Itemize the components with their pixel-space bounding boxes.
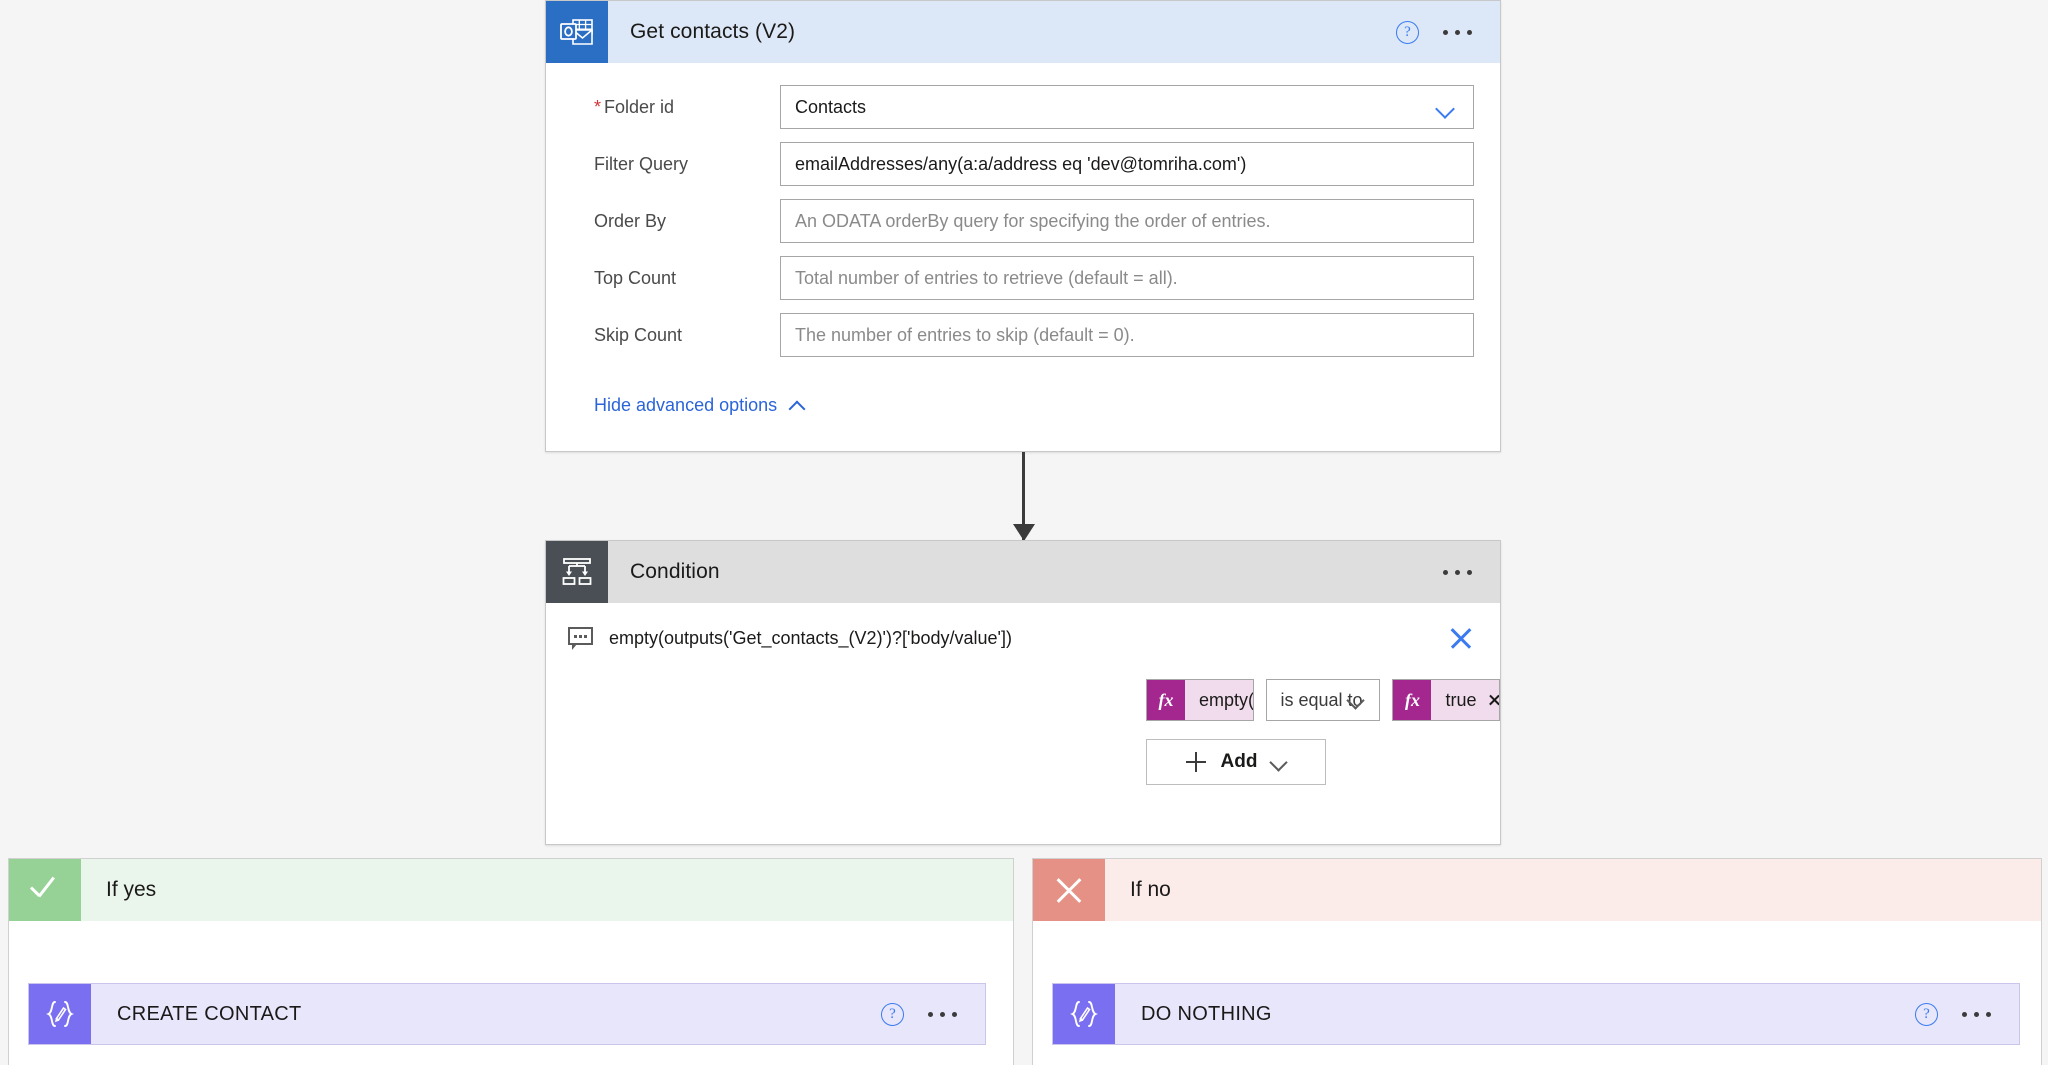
order-by-input[interactable]: An ODATA orderBy query for specifying th… — [780, 199, 1474, 243]
left-token-chip: empty(...) — [1185, 680, 1254, 720]
close-icon[interactable] — [1448, 625, 1474, 651]
form-row-order-by: Order By An ODATA orderBy query for spec… — [572, 199, 1474, 243]
condition-branch-icon — [546, 541, 608, 603]
hide-advanced-options-link[interactable]: Hide advanced options — [594, 395, 804, 416]
ellipsis-icon[interactable] — [926, 1006, 959, 1023]
plus-icon — [1185, 752, 1206, 772]
condition-operator-select[interactable]: is equal to — [1265, 679, 1381, 721]
branch-label-if-no: If no — [1130, 878, 1171, 901]
required-indicator: * — [594, 96, 602, 117]
label-order-by: Order By — [594, 210, 667, 231]
label-filter-query: Filter Query — [594, 153, 689, 174]
label-top-count: Top Count — [594, 267, 677, 288]
label-folder-id: * Folder id — [594, 96, 675, 117]
condition-operand-row: fx empty(...) is equal to fx true — [546, 651, 1500, 721]
branch-label-if-yes: If yes — [106, 878, 157, 901]
do-nothing-actions: ? — [1915, 1002, 2019, 1026]
flow-designer-canvas: Get contacts (V2) ? * Folder id Contacts … — [0, 0, 2048, 1065]
filter-query-input[interactable]: emailAddresses/any(a:a/address eq 'dev@t… — [780, 142, 1474, 186]
ellipsis-icon[interactable] — [1441, 564, 1474, 581]
fx-icon: fx — [1147, 680, 1185, 720]
add-button-label: Add — [1220, 751, 1258, 772]
create-contact-actions: ? — [881, 1002, 985, 1026]
condition-expression-text: empty(outputs('Get_contacts_(V2)')?['bod… — [609, 627, 1012, 648]
chevron-up-icon — [790, 401, 804, 410]
label-skip-count: Skip Count — [594, 324, 683, 345]
card-header-actions: ? — [1396, 20, 1500, 44]
remove-icon[interactable] — [1488, 694, 1499, 707]
fx-icon: fx — [1393, 680, 1432, 720]
condition-header-actions — [1441, 564, 1500, 581]
ellipsis-icon[interactable] — [1960, 1006, 1993, 1023]
action-title-do-nothing: DO NOTHING — [1141, 1002, 1272, 1025]
card-header-condition[interactable]: Condition — [546, 541, 1500, 603]
right-token-chip: true — [1431, 680, 1500, 720]
condition-right-operand[interactable]: fx true — [1392, 679, 1500, 721]
get-contacts-form: * Folder id Contacts Filter Query emailAd… — [546, 63, 1500, 416]
card-title-condition: Condition — [630, 560, 720, 583]
comment-icon — [568, 627, 593, 650]
chevron-down-icon[interactable] — [1438, 102, 1455, 119]
action-title-create-contact: CREATE CONTACT — [117, 1002, 302, 1025]
form-row-top-count: Top Count Total number of entries to ret… — [572, 256, 1474, 300]
help-icon[interactable]: ? — [1396, 20, 1419, 44]
cross-icon — [1033, 859, 1105, 921]
left-token-label: empty(...) — [1199, 689, 1254, 710]
add-condition-button[interactable]: Add — [1146, 739, 1326, 785]
condition-expression-row: empty(outputs('Get_contacts_(V2)')?['bod… — [546, 603, 1500, 651]
folder-id-value: Contacts — [795, 96, 867, 117]
branch-header-if-yes[interactable]: If yes — [9, 859, 1013, 921]
hide-advanced-options-label: Hide advanced options — [594, 395, 778, 415]
form-row-filter-query: Filter Query emailAddresses/any(a:a/addr… — [572, 142, 1474, 186]
form-row-skip-count: Skip Count The number of entries to skip… — [572, 313, 1474, 357]
scope-compose-icon — [29, 984, 91, 1044]
card-header-get-contacts[interactable]: Get contacts (V2) ? — [546, 1, 1500, 63]
action-card-condition[interactable]: Condition empty(outputs('Get_contacts_(V… — [545, 540, 1501, 845]
action-card-get-contacts[interactable]: Get contacts (V2) ? * Folder id Contacts … — [545, 0, 1501, 452]
action-card-do-nothing[interactable]: DO NOTHING ? — [1052, 983, 2020, 1045]
chevron-down-icon[interactable] — [1272, 756, 1286, 768]
skip-count-input[interactable]: The number of entries to skip (default =… — [780, 313, 1474, 357]
action-card-create-contact[interactable]: CREATE CONTACT ? — [28, 983, 986, 1045]
chevron-down-icon[interactable] — [1349, 694, 1363, 708]
condition-left-operand[interactable]: fx empty(...) — [1146, 679, 1254, 721]
connector-arrow-middle — [1012, 452, 1035, 541]
check-icon — [9, 859, 81, 921]
ellipsis-icon[interactable] — [1441, 24, 1474, 41]
form-row-folder-id: * Folder id Contacts — [572, 85, 1474, 129]
outlook-icon — [546, 1, 608, 63]
card-title-get-contacts: Get contacts (V2) — [630, 20, 796, 43]
top-count-input[interactable]: Total number of entries to retrieve (def… — [780, 256, 1474, 300]
scope-compose-icon — [1053, 984, 1115, 1044]
help-icon[interactable]: ? — [881, 1002, 904, 1026]
right-token-label: true — [1445, 689, 1477, 710]
branch-header-if-no[interactable]: If no — [1033, 859, 2041, 921]
help-icon[interactable]: ? — [1915, 1002, 1938, 1026]
folder-id-dropdown[interactable]: Contacts — [780, 85, 1474, 129]
